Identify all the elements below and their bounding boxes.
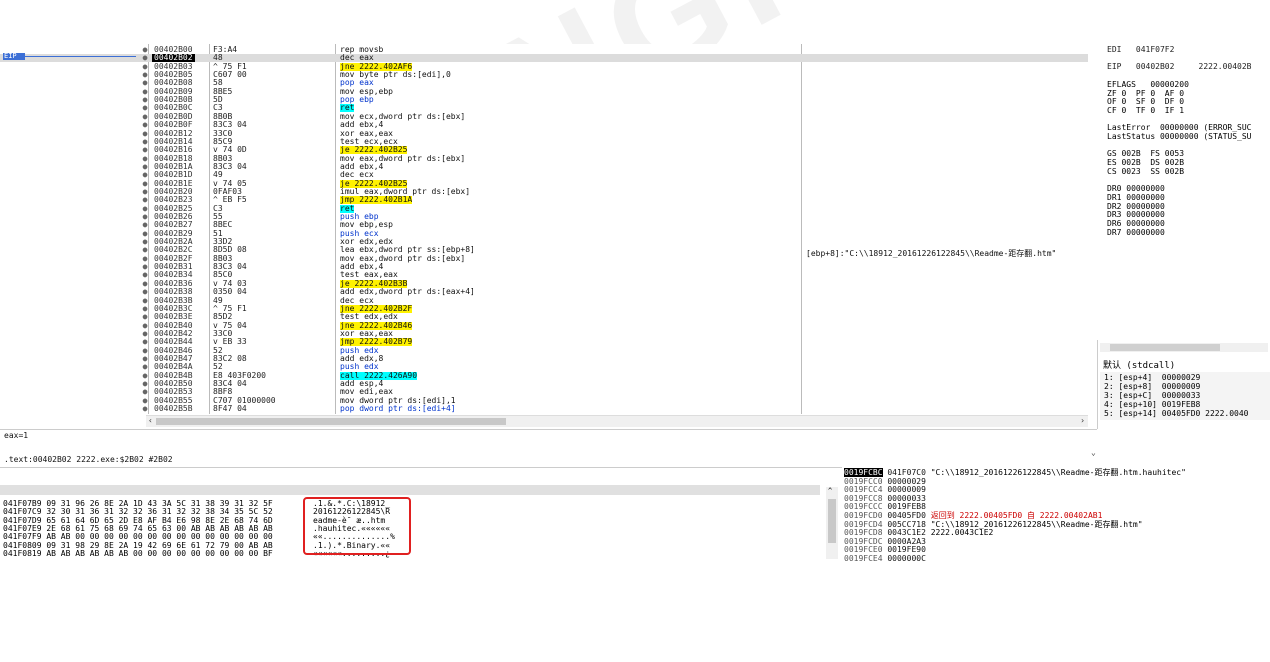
horizontal-scrollbar[interactable]: ‹ › <box>146 415 1088 427</box>
register-line[interactable]: EFLAGS 00000200 <box>1107 80 1189 89</box>
dump-header <box>0 485 820 495</box>
disasm-row[interactable]: ● 00402B3E 85D2 test edx,edx <box>0 313 1088 321</box>
stack-arg-row[interactable]: 4: [esp+10] 0019FEB8 <box>1104 401 1200 409</box>
stack-value: 0000000C <box>887 554 926 563</box>
disasm-bytes: 0350 04 <box>213 287 247 297</box>
disasm-address: 00402B0F <box>154 120 193 130</box>
register-line[interactable]: CS 0023 SS 002B <box>1107 167 1184 176</box>
register-line[interactable]: LastStatus 00000000 (STATUS_SU <box>1107 133 1252 141</box>
register-line[interactable]: OF 0 SF 0 DF 0 <box>1107 98 1184 106</box>
scrollbar-thumb[interactable] <box>1110 344 1220 351</box>
breakpoint-dot-icon[interactable]: ● <box>141 313 149 321</box>
disasm-address: 00402B16 <box>154 145 193 155</box>
memory-dump-pane[interactable]: 041F07B9 09 31 96 26 8E 2A 1D 43 3A 5C 3… <box>0 497 840 563</box>
disasm-row[interactable]: ● 00402B16 v 74 0D je 2222.402B25 <box>0 145 1088 155</box>
register-line[interactable]: EDI 041F07F2 <box>1107 46 1174 54</box>
stack-address: 0019FCE4 <box>844 554 883 563</box>
stack-row[interactable]: 0019FCE4 0000000C <box>844 554 931 563</box>
breakpoint-dot-icon[interactable]: ● <box>141 405 149 413</box>
breakpoint-dot-icon[interactable]: ● <box>141 146 149 154</box>
call-convention-label: 默认 (stdcall) <box>1103 361 1176 371</box>
stack-arg-row[interactable]: 2: [esp+8] 00000009 <box>1104 383 1200 391</box>
eip-arrow <box>24 56 136 57</box>
info-address-line: .text:00402B02 2222.exe:$2B02 #2B02 <box>4 455 173 464</box>
registers-scrollbar[interactable] <box>1100 343 1268 352</box>
comment-text: [ebp+8]:"C:\\18912_20161226122845\\Readm… <box>806 249 1057 258</box>
stack-arg-row[interactable]: 5: [esp+14] 00405FD0 2222.0040 <box>1104 410 1249 418</box>
breakpoint-dot-icon[interactable]: ● <box>141 121 149 129</box>
register-line[interactable]: CF 0 TF 0 IF 1 <box>1107 106 1184 115</box>
disasm-address: 00402B38 <box>154 287 193 297</box>
disasm-bytes: 8F47 04 <box>213 404 247 414</box>
stack-arg-row[interactable]: 3: [esp+C] 00000033 <box>1104 392 1200 400</box>
scroll-up-icon[interactable]: ^ <box>828 487 832 495</box>
stack-comment: "C:\\18912_20161226122845\\Readme-距存翻.ht… <box>930 468 1186 477</box>
registers-pane[interactable]: EDI 041F07F2 EIP 00402B02 2222.00402B EFLA… <box>1097 44 1270 340</box>
disasm-instruction: je 2222.402B25 <box>340 145 408 155</box>
breakpoint-dot-icon[interactable]: ● <box>141 288 149 296</box>
register-line[interactable]: DR1 00000000 <box>1107 193 1165 202</box>
scroll-right-icon[interactable]: › <box>1080 416 1085 425</box>
stack-arg-row[interactable]: 1: [esp+4] 00000029 <box>1104 374 1200 382</box>
disasm-row[interactable]: ● 00402B38 0350 04 add edx,dword ptr ds:[ea… <box>0 288 1088 296</box>
register-line[interactable]: DR7 00000000 <box>1107 228 1165 237</box>
disasm-instruction: test edx,edx <box>340 312 398 322</box>
eip-marker: EIP <box>3 53 25 60</box>
dump-hex-row[interactable]: 041F0819 AB AB AB AB AB AB 00 00 00 00 0… <box>3 549 273 558</box>
register-line[interactable]: DR0 00000000 <box>1107 185 1165 193</box>
scroll-left-icon[interactable]: ‹ <box>148 416 153 425</box>
stack-pane[interactable]: 0019FCBC 041F07C0 "C:\\18912_20161226122… <box>842 467 1270 563</box>
arguments-pane[interactable]: 1: [esp+4] 00000029 2: [esp+8] 00000009 3:… <box>1100 372 1270 420</box>
disasm-row[interactable]: ● 00402B0F 83C3 04 add ebx,4 <box>0 121 1088 129</box>
register-line[interactable]: DR6 00000000 <box>1107 220 1165 228</box>
pane-divider <box>0 429 1097 430</box>
scrollbar-thumb[interactable] <box>156 418 506 425</box>
disasm-row[interactable]: ● 00402B5B 8F47 04 pop dword ptr ds:[edi+4] <box>0 405 1088 413</box>
stack-comment: 2222.0043C1E2 <box>930 528 994 538</box>
scroll-down-icon[interactable]: ⌄ <box>1091 448 1096 457</box>
disasm-address: 00402B5B <box>154 404 193 414</box>
disasm-instruction: add edx,dword ptr ds:[eax+4] <box>340 287 475 297</box>
dump-hex-row[interactable]: 041F07F9 AB AB 00 00 00 00 00 00 00 00 0… <box>3 533 273 541</box>
highlight-annotation-box <box>303 497 411 555</box>
disasm-bytes: 85D2 <box>213 312 233 322</box>
disasm-bytes: v 74 0D <box>213 145 247 155</box>
scrollbar-thumb[interactable] <box>828 499 836 543</box>
dump-vertical-scrollbar[interactable]: ^ <box>826 487 838 559</box>
disasm-instruction: pop dword ptr ds:[edi+4] <box>340 404 456 414</box>
disasm-bytes: 83C3 04 <box>213 120 247 130</box>
disasm-address: 00402B3E <box>154 312 193 322</box>
info-value-line: eax=1 <box>4 431 29 440</box>
register-line[interactable]: EIP 00402B02 2222.00402B <box>1107 63 1252 71</box>
register-line[interactable]: ES 002B DS 002B <box>1107 159 1184 167</box>
disassembly-pane[interactable]: ● 00402B00 F3:A4 rep movsb ● 00402B02 48 dec ea… <box>0 44 1098 457</box>
disasm-instruction: add ebx,4 <box>340 120 384 130</box>
